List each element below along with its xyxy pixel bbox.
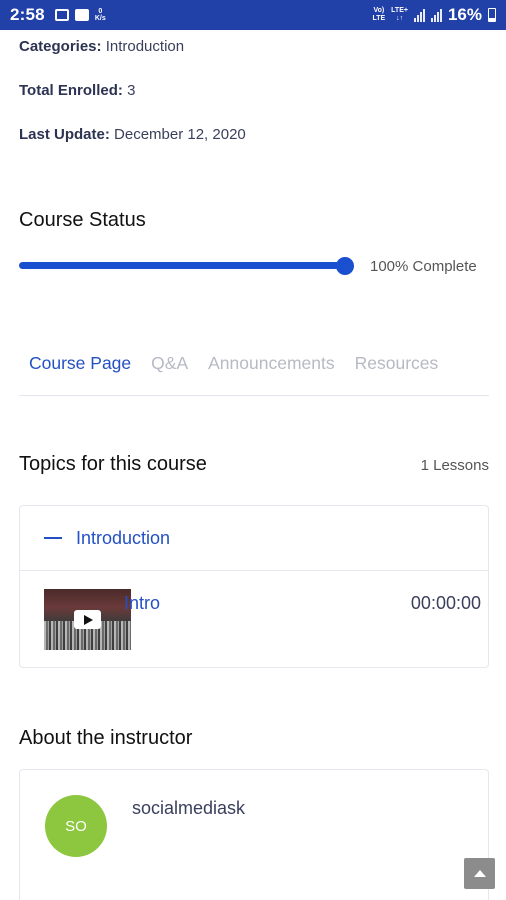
signal-icon xyxy=(413,8,425,22)
course-tabs: Course Page Q&A Announcements Resources xyxy=(19,353,489,396)
categories-label: Categories: xyxy=(19,38,102,55)
lesson-row[interactable] xyxy=(20,571,488,668)
network-speed-indicator: 0 K/s xyxy=(95,8,106,22)
lesson-duration: 00:00:00 xyxy=(410,593,481,613)
progress-text: 100% Complete xyxy=(370,258,477,275)
status-time: 2:58 xyxy=(10,5,45,24)
last-update-value: December 12, 2020 xyxy=(114,126,246,143)
message-notification-icon xyxy=(74,9,89,21)
battery-icon xyxy=(488,8,496,22)
avatar[interactable]: SO xyxy=(45,795,107,857)
volte-icon: Vo) LTE xyxy=(372,7,386,22)
enrolled-row: Total Enrolled: 3 xyxy=(19,82,135,99)
last-update-row: Last Update: December 12, 2020 xyxy=(19,126,246,143)
topics-heading: Topics for this course xyxy=(19,453,207,475)
tab-announcements[interactable]: Announcements xyxy=(198,353,344,395)
lesson-title[interactable]: Intro xyxy=(124,593,160,614)
course-status-heading: Course Status xyxy=(19,209,146,231)
last-update-label: Last Update: xyxy=(19,126,110,143)
play-icon[interactable] xyxy=(74,610,101,629)
image-notification-icon xyxy=(54,9,69,21)
network-speed-unit: K/s xyxy=(94,15,106,22)
categories-value: Introduction xyxy=(105,38,185,55)
categories-row: Categories: Introduction xyxy=(19,38,184,55)
instructor-card: SO socialmediask xyxy=(19,769,489,900)
topic-title[interactable]: Introduction xyxy=(76,528,170,549)
progress-knob xyxy=(336,257,354,275)
progress-bar xyxy=(19,262,347,269)
network-speed-value: 0 xyxy=(98,8,103,15)
tab-qa[interactable]: Q&A xyxy=(141,353,198,395)
lessons-count: 1 Lessons xyxy=(420,457,489,474)
chevron-up-icon xyxy=(473,870,486,877)
tab-resources[interactable]: Resources xyxy=(345,353,449,395)
collapse-minus-icon[interactable] xyxy=(44,537,62,539)
notification-icons: 0 K/s xyxy=(54,8,106,22)
lesson-thumbnail[interactable] xyxy=(44,589,131,650)
status-bar: 2:58 0 K/s Vo) LTE LTE+ ↓↑ 16% xyxy=(0,0,506,30)
instructor-name[interactable]: socialmediask xyxy=(132,798,245,819)
system-icons: Vo) LTE LTE+ ↓↑ 16% xyxy=(372,5,496,25)
lte-plus-icon: LTE+ ↓↑ xyxy=(391,7,408,22)
enrolled-value: 3 xyxy=(127,82,136,99)
signal-icon-2 xyxy=(430,8,442,22)
instructor-heading: About the instructor xyxy=(19,727,193,749)
topics-card: Introduction xyxy=(19,505,489,668)
battery-percentage: 16% xyxy=(447,5,482,24)
scroll-to-top-button[interactable] xyxy=(464,858,495,889)
enrolled-label: Total Enrolled: xyxy=(19,82,123,99)
topic-header[interactable]: Introduction xyxy=(20,506,488,571)
tab-course-page[interactable]: Course Page xyxy=(19,353,141,395)
